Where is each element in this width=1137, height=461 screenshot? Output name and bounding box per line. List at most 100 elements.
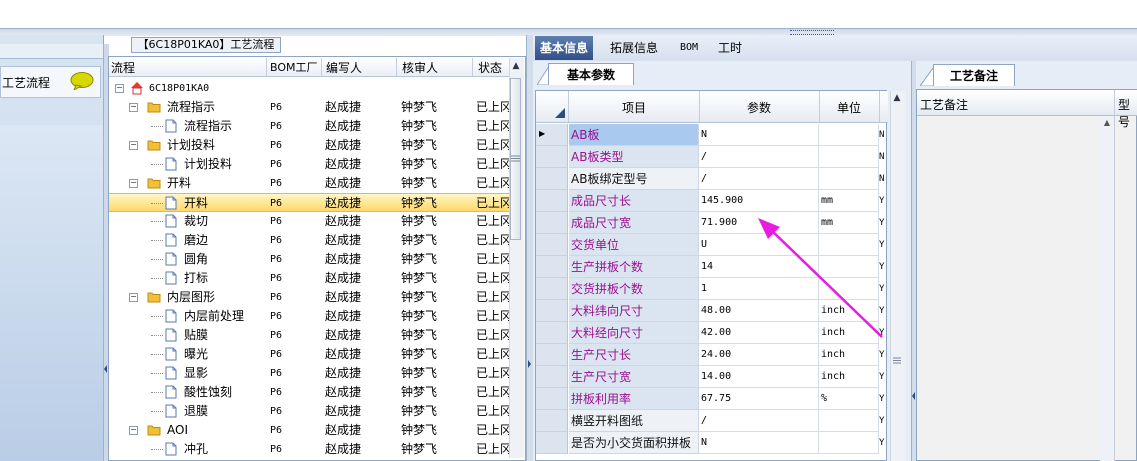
row-selector[interactable] — [536, 322, 568, 344]
row-selector[interactable] — [536, 388, 568, 410]
param-value[interactable]: N — [699, 432, 819, 454]
tree-row[interactable]: − 开料 P6 赵成捷 钟梦飞 已上冈 — [109, 174, 509, 193]
tab-hours[interactable]: 工时 — [713, 36, 747, 60]
col-header-flow[interactable]: 流程 — [111, 60, 135, 76]
param-row[interactable]: 生产尺寸长 24.00 inch Y — [536, 344, 888, 366]
param-row[interactable]: AB板类型 / N — [536, 146, 888, 168]
param-value[interactable]: 14.00 — [699, 366, 819, 388]
tree-row[interactable]: − 流程指示 P6 赵成捷 钟梦飞 已上冈 — [109, 98, 509, 117]
row-selector[interactable] — [536, 146, 568, 168]
row-selector[interactable] — [536, 168, 568, 190]
param-row[interactable]: AB板绑定型号 / N — [536, 168, 888, 190]
collapse-icon[interactable]: − — [129, 293, 138, 302]
collapse-icon[interactable]: − — [129, 103, 138, 112]
remarks-scrollbar[interactable] — [1100, 118, 1114, 461]
param-row[interactable]: 横竖开料图纸 / Y — [536, 410, 888, 432]
row-selector[interactable] — [536, 234, 568, 256]
col-divider[interactable] — [321, 58, 322, 76]
param-unit[interactable] — [819, 410, 879, 432]
tree-row[interactable]: 圆角 P6 赵成捷 钟梦飞 已上冈 — [109, 250, 509, 269]
col-header-status[interactable]: 状态 — [478, 60, 502, 76]
param-value[interactable]: / — [699, 410, 819, 432]
col-header-value[interactable]: 参数 — [747, 99, 771, 116]
tree-row[interactable]: 开料 P6 赵成捷 钟梦飞 已上冈 — [109, 193, 509, 212]
params-scrollbar[interactable] — [890, 91, 905, 461]
tree-row[interactable]: 流程指示 P6 赵成捷 钟梦飞 已上冈 — [109, 117, 509, 136]
col-header-writer[interactable]: 编写人 — [326, 60, 362, 76]
tab-process-remarks[interactable]: 工艺备注 — [933, 64, 1015, 86]
param-row[interactable]: 拼板利用率 67.75% Y — [536, 388, 888, 410]
row-selector[interactable] — [536, 432, 568, 454]
collapse-left-icon[interactable] — [912, 392, 915, 400]
col-divider[interactable] — [699, 91, 700, 122]
scroll-up-arrow-icon[interactable]: ▲ — [890, 93, 904, 107]
tab-basic-params[interactable]: 基本参数 — [548, 63, 634, 85]
param-unit[interactable]: inch — [819, 366, 879, 388]
param-row[interactable]: 生产尺寸宽 14.00 inch Y — [536, 366, 888, 388]
col-divider[interactable] — [472, 58, 473, 76]
tree-row[interactable]: 打标 P6 赵成捷 钟梦飞 已上冈 — [109, 269, 509, 288]
row-selector[interactable] — [536, 190, 568, 212]
chat-bubble-icon[interactable] — [70, 72, 94, 90]
tree-row[interactable]: 裁切 P6 赵成捷 钟梦飞 已上冈 — [109, 212, 509, 231]
param-row[interactable]: 成品尺寸长 145.900 mm Y — [536, 190, 888, 212]
col-divider[interactable] — [1114, 90, 1115, 461]
param-row[interactable]: ▶ AB板 N N — [536, 124, 888, 146]
tree-row[interactable]: 显影 P6 赵成捷 钟梦飞 已上冈 — [109, 364, 509, 383]
param-value[interactable]: 145.900 — [699, 190, 819, 212]
collapse-left-icon[interactable] — [104, 365, 107, 373]
collapse-icon[interactable]: − — [115, 84, 124, 93]
tab-extended-info[interactable]: 拓展信息 — [605, 36, 663, 60]
col-divider[interactable] — [568, 91, 569, 122]
param-unit[interactable] — [819, 168, 879, 190]
param-unit[interactable]: inch — [819, 344, 879, 366]
param-unit[interactable] — [819, 146, 879, 168]
row-selector[interactable] — [536, 344, 568, 366]
row-selector[interactable] — [536, 410, 568, 432]
tree-title-tab[interactable]: 【6C18P01KA0】工艺流程 — [131, 37, 281, 53]
tab-bom[interactable]: BOM — [675, 36, 703, 60]
tab-basic-info[interactable]: 基本信息 — [535, 36, 594, 60]
col-divider[interactable] — [879, 91, 880, 122]
col-divider[interactable] — [819, 91, 820, 122]
tree-row[interactable]: 曝光 P6 赵成捷 钟梦飞 已上冈 — [109, 345, 509, 364]
row-selector[interactable] — [536, 366, 568, 388]
collapse-right-icon[interactable] — [528, 360, 531, 368]
col-header-bom-factory[interactable]: BOM工厂 — [270, 60, 318, 76]
row-selector[interactable]: ▶ — [536, 124, 568, 146]
col-header-unit[interactable]: 单位 — [837, 99, 861, 116]
scroll-up-arrow-icon[interactable]: ▲ — [509, 58, 523, 74]
row-selector[interactable] — [536, 278, 568, 300]
collapse-icon[interactable]: − — [129, 141, 138, 150]
param-unit[interactable]: mm — [819, 190, 879, 212]
col-divider[interactable] — [266, 58, 267, 76]
tree-row[interactable]: 酸性蚀刻 P6 赵成捷 钟梦飞 已上冈 — [109, 383, 509, 402]
col-header-item[interactable]: 项目 — [622, 99, 646, 116]
param-unit[interactable] — [819, 124, 879, 146]
row-selector[interactable] — [536, 212, 568, 234]
collapse-icon[interactable]: − — [129, 426, 138, 435]
param-value[interactable]: / — [699, 146, 819, 168]
tree-row[interactable]: − 计划投料 P6 赵成捷 钟梦飞 已上冈 — [109, 136, 509, 155]
param-value[interactable]: N — [699, 124, 819, 146]
param-value[interactable]: 67.75 — [699, 388, 819, 410]
param-unit[interactable] — [819, 432, 879, 454]
param-value[interactable]: 24.00 — [699, 344, 819, 366]
param-unit[interactable]: % — [819, 388, 879, 410]
collapse-icon[interactable]: − — [129, 179, 138, 188]
tree-row[interactable]: 冲孔 P6 赵成捷 钟梦飞 已上冈 — [109, 440, 509, 459]
row-selector[interactable] — [536, 300, 568, 322]
tree-row[interactable]: 计划投料 P6 赵成捷 钟梦飞 已上冈 — [109, 155, 509, 174]
col-header-process-remarks[interactable]: 工艺备注 — [920, 96, 968, 113]
tree-row[interactable]: 退膜 P6 赵成捷 钟梦飞 已上冈 — [109, 402, 509, 421]
col-header-model[interactable]: 型号 — [1118, 96, 1137, 130]
param-row[interactable]: 是否为小交货面积拼板 N Y — [536, 432, 888, 454]
param-value[interactable]: / — [699, 168, 819, 190]
col-header-checker[interactable]: 核审人 — [402, 60, 438, 76]
row-selector[interactable] — [536, 256, 568, 278]
tree-row[interactable]: 贴膜 P6 赵成捷 钟梦飞 已上冈 — [109, 326, 509, 345]
tree-row[interactable]: − AOI P6 赵成捷 钟梦飞 已上冈 — [109, 421, 509, 440]
tree-root-row[interactable]: − 6C18P01KA0 — [109, 79, 509, 98]
tree-row[interactable]: 磨边 P6 赵成捷 钟梦飞 已上冈 — [109, 231, 509, 250]
tree-row[interactable]: − 内层图形 P6 赵成捷 钟梦飞 已上冈 — [109, 288, 509, 307]
